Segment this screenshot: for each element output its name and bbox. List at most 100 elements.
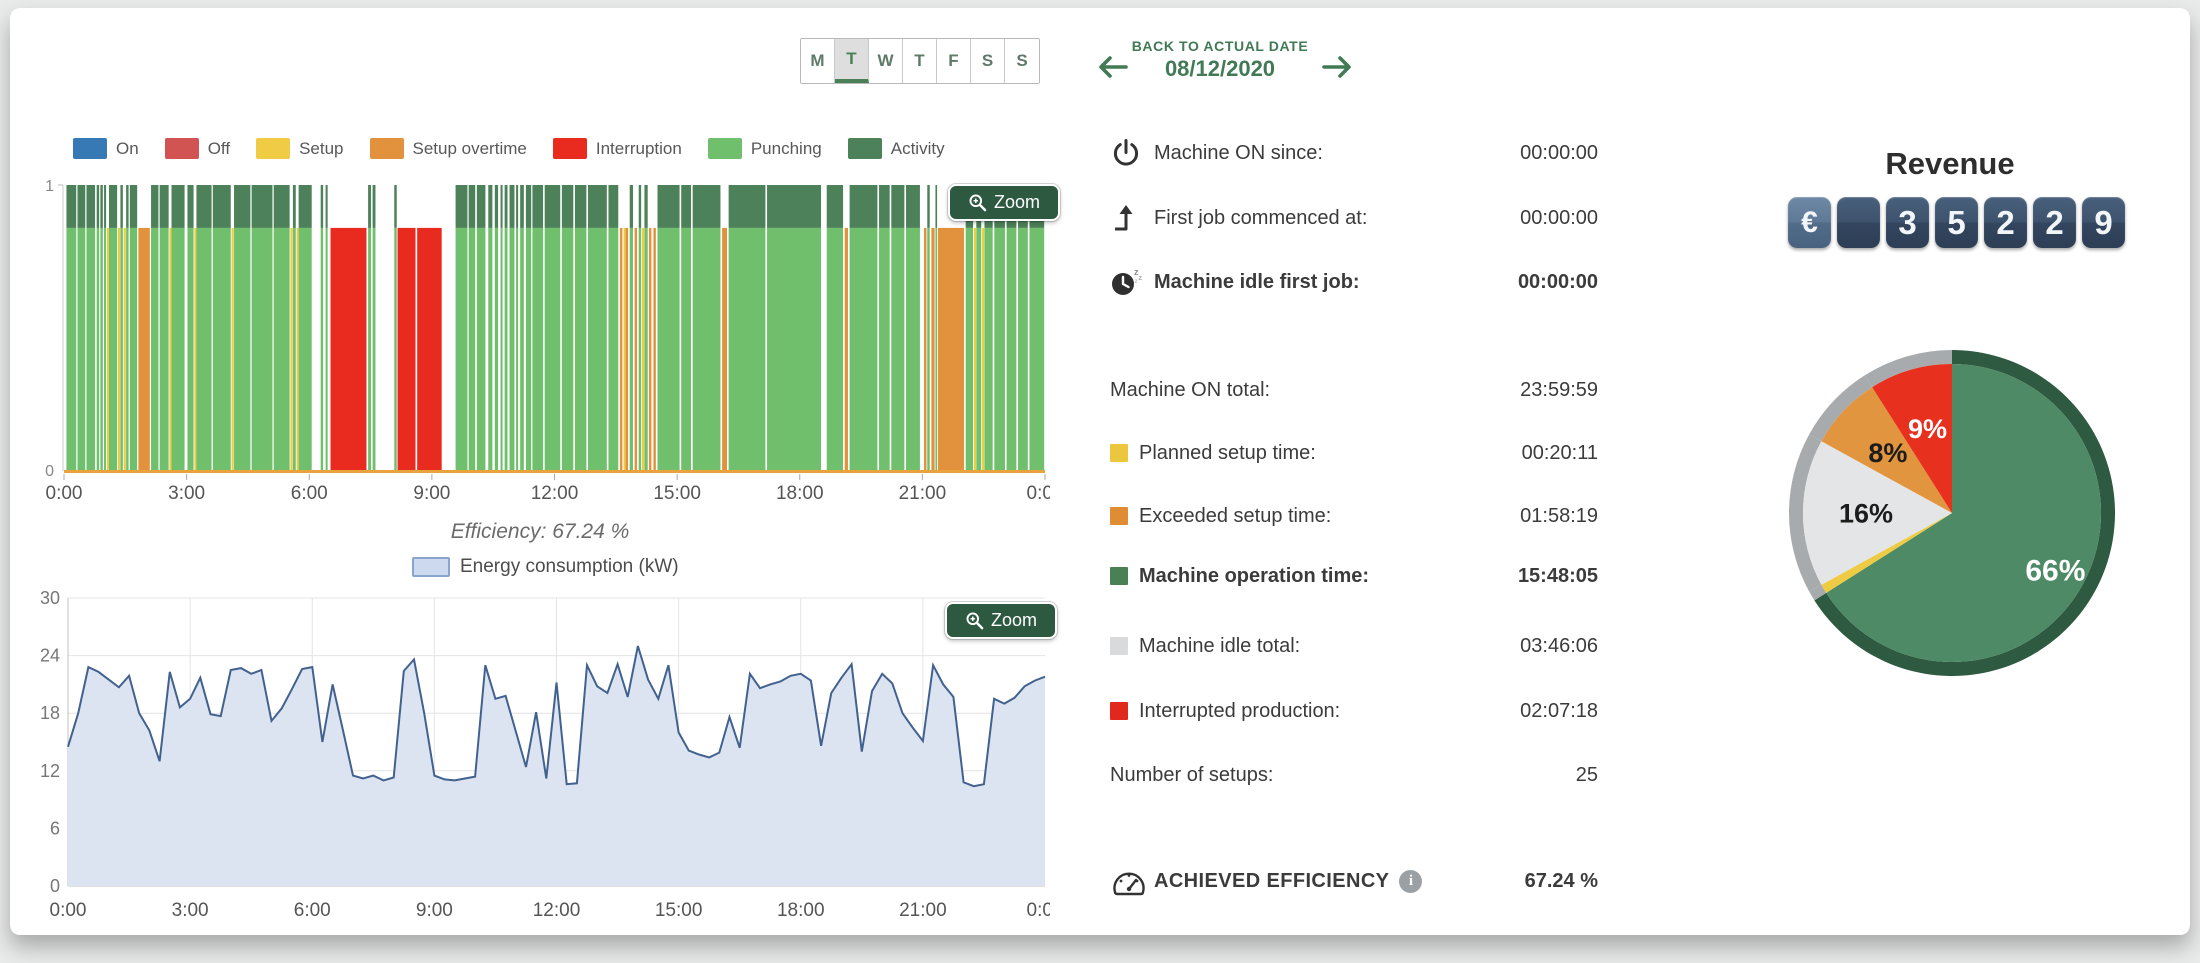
stat-value: 00:00:00 xyxy=(1520,207,1598,230)
svg-text:18:00: 18:00 xyxy=(776,483,824,503)
svg-text:0:00: 0:00 xyxy=(50,900,87,921)
timeline-zoom-button[interactable]: Zoom xyxy=(948,184,1060,221)
digit-tile: 9 xyxy=(2082,197,2125,248)
energy-zoom-button[interactable]: Zoom xyxy=(945,602,1057,639)
svg-text:21:00: 21:00 xyxy=(899,483,947,503)
legend-item: On xyxy=(73,138,139,159)
pie-slice-label: 66% xyxy=(2025,554,2085,587)
stat-label: Exceeded setup time: xyxy=(1139,505,1331,528)
legend-label: Off xyxy=(208,139,230,159)
revenue-counter: €35229 xyxy=(1788,197,2125,248)
svg-text:6:00: 6:00 xyxy=(294,900,331,921)
interrupted-production-swatch xyxy=(1110,702,1128,720)
gauge-icon xyxy=(1110,865,1154,897)
previous-day-arrow-icon[interactable] xyxy=(1096,52,1130,82)
day-cell-1[interactable]: T xyxy=(835,39,869,83)
first-job-icon xyxy=(1110,202,1154,234)
digit-tile: 3 xyxy=(1886,197,1929,248)
currency-tile: € xyxy=(1788,197,1831,248)
day-cell-2[interactable]: W xyxy=(869,39,903,83)
day-cell-4[interactable]: F xyxy=(937,39,971,83)
svg-text:12:00: 12:00 xyxy=(533,900,581,921)
dashboard-card: MTWTFSS BACK TO ACTUAL DATE 08/12/2020 O… xyxy=(10,8,2190,935)
legend-swatch xyxy=(848,138,882,159)
svg-text:12:00: 12:00 xyxy=(531,483,579,503)
stat-row-machine-idle-first-job: z z z Machine idle first job: 00:00:00 xyxy=(1110,265,1598,299)
pie-slice-label: 9% xyxy=(1908,414,1947,444)
legend-label: On xyxy=(116,139,139,159)
digit-tile: 5 xyxy=(1935,197,1978,248)
stat-value: 02:07:18 xyxy=(1520,700,1598,723)
stat-row-interrupted-production: Interrupted production: 02:07:18 xyxy=(1110,694,1598,728)
exceeded-setup-swatch xyxy=(1110,507,1128,525)
machine-operation-swatch xyxy=(1110,567,1128,585)
info-icon[interactable]: i xyxy=(1399,870,1422,893)
next-day-arrow-icon[interactable] xyxy=(1320,52,1354,82)
stat-row-machine-on-total: Machine ON total: 23:59:59 xyxy=(1110,373,1598,407)
legend-label: Setup overtime xyxy=(413,139,527,159)
stat-label: ACHIEVED EFFICIENCY xyxy=(1154,870,1389,893)
legend-swatch xyxy=(370,138,404,159)
svg-text:12: 12 xyxy=(40,761,60,781)
day-of-week-selector: MTWTFSS xyxy=(800,38,1040,84)
legend-swatch xyxy=(256,138,290,159)
digit-tile: 2 xyxy=(1984,197,2027,248)
zoom-button-label: Zoom xyxy=(991,610,1037,631)
svg-text:0: 0 xyxy=(50,876,60,896)
svg-text:30: 30 xyxy=(40,588,60,608)
svg-text:18: 18 xyxy=(40,703,60,723)
stat-label: Machine ON total: xyxy=(1110,379,1270,402)
stat-label: First job commenced at: xyxy=(1154,207,1367,230)
stat-value: 67.24 % xyxy=(1525,870,1598,893)
stat-value: 25 xyxy=(1576,764,1598,787)
power-icon xyxy=(1110,137,1154,169)
legend-label: Activity xyxy=(891,139,945,159)
svg-text:15:00: 15:00 xyxy=(655,900,703,921)
svg-text:18:00: 18:00 xyxy=(777,900,825,921)
stat-label: Machine ON since: xyxy=(1154,142,1323,165)
legend-item: Activity xyxy=(848,138,945,159)
day-cell-3[interactable]: T xyxy=(903,39,937,83)
digit-tile: 2 xyxy=(2033,197,2076,248)
blank-tile xyxy=(1837,197,1880,248)
stat-row-number-of-setups: Number of setups: 25 xyxy=(1110,758,1598,792)
stat-label: Planned setup time: xyxy=(1139,442,1316,465)
legend-item: Punching xyxy=(708,138,822,159)
legend-item: Interruption xyxy=(553,138,682,159)
current-date: 08/12/2020 xyxy=(1130,56,1310,82)
svg-text:15:00: 15:00 xyxy=(653,483,701,503)
stat-value: 15:48:05 xyxy=(1518,565,1598,588)
zoom-button-label: Zoom xyxy=(994,192,1040,213)
svg-text:0:00: 0:00 xyxy=(1027,900,1050,921)
stat-row-machine-on-since: Machine ON since: 00:00:00 xyxy=(1110,136,1598,170)
efficiency-caption: Efficiency: 67.24 % xyxy=(290,520,790,544)
time-share-pie-chart: 66%16%8%9% xyxy=(1782,343,2122,683)
idle-clock-icon: z z z xyxy=(1110,266,1154,298)
legend-label: Interruption xyxy=(596,139,682,159)
back-to-actual-date-label: BACK TO ACTUAL DATE xyxy=(1130,38,1310,54)
planned-setup-swatch xyxy=(1110,444,1128,462)
stat-row-machine-operation: Machine operation time: 15:48:05 xyxy=(1110,559,1598,593)
energy-legend-swatch xyxy=(412,557,450,577)
svg-text:3:00: 3:00 xyxy=(172,900,209,921)
legend-swatch xyxy=(553,138,587,159)
svg-text:21:00: 21:00 xyxy=(899,900,947,921)
svg-text:z: z xyxy=(1139,275,1143,282)
magnifier-plus-icon xyxy=(965,611,984,630)
stat-value: 00:00:00 xyxy=(1518,271,1598,294)
stat-row-planned-setup: Planned setup time: 00:20:11 xyxy=(1110,436,1598,470)
svg-text:0: 0 xyxy=(45,463,54,480)
magnifier-plus-icon xyxy=(968,193,987,212)
day-cell-6[interactable]: S xyxy=(1005,39,1039,83)
back-to-actual-date[interactable]: BACK TO ACTUAL DATE 08/12/2020 xyxy=(1130,38,1310,82)
legend-label: Punching xyxy=(751,139,822,159)
legend-label: Setup xyxy=(299,139,343,159)
pie-slice-label: 8% xyxy=(1868,438,1907,468)
day-cell-5[interactable]: S xyxy=(971,39,1005,83)
svg-text:9:00: 9:00 xyxy=(413,483,450,503)
day-cell-0[interactable]: M xyxy=(801,39,835,83)
stat-value: 03:46:06 xyxy=(1520,635,1598,658)
legend-swatch xyxy=(708,138,742,159)
stat-row-first-job: First job commenced at: 00:00:00 xyxy=(1110,201,1598,235)
svg-text:9:00: 9:00 xyxy=(416,900,453,921)
